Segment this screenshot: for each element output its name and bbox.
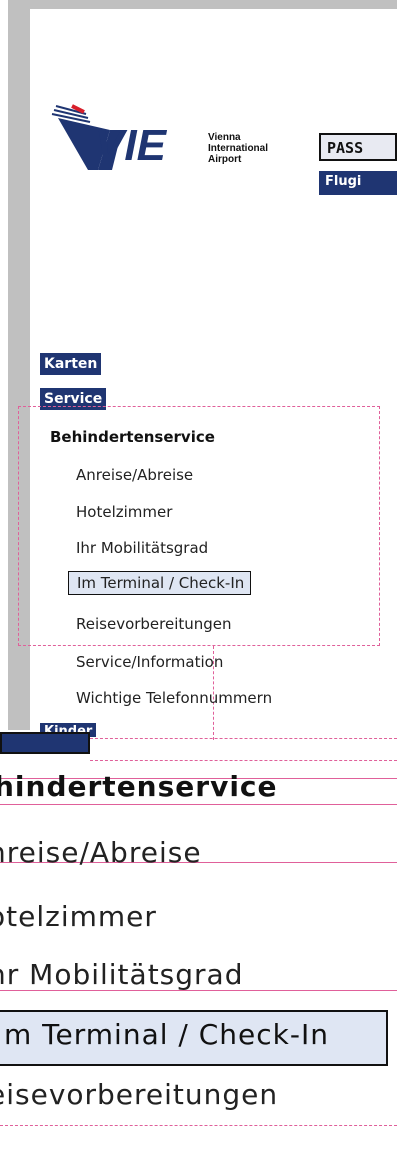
zoom-menu-item: otelzimmer [0, 900, 157, 933]
menu-item-hotelzimmer[interactable]: Hotelzimmer [76, 503, 172, 521]
vie-airport-logo[interactable]: VIE Vienna International Airport [50, 100, 268, 170]
zoom-menu-item: nreise/Abreise [0, 836, 202, 869]
zoom-menu-item: eisevorbereitungen [0, 1078, 279, 1111]
zoom-kinder-bar [0, 732, 90, 754]
zoom-menu-heading: hindertenservice [0, 770, 278, 803]
guide-line [90, 738, 397, 739]
logo-caption: Vienna International Airport [208, 132, 269, 165]
tab-fluginfo[interactable]: Flugi [319, 171, 397, 195]
vie-brand-text: VIE [95, 121, 168, 170]
menu-item-reisevorbereitungen[interactable]: Reisevorbereitungen [76, 615, 232, 633]
zoom-menu-item-active: m Terminal / Check-In [0, 1010, 388, 1066]
menu-item-service-information[interactable]: Service/Information [76, 653, 223, 671]
tab-passagiere[interactable]: PASS [319, 133, 397, 161]
vie-logo-icon: VIE [51, 104, 168, 170]
menu-item-telefonnummern[interactable]: Wichtige Telefonnummern [76, 689, 272, 707]
zoom-menu-item: hr Mobilitätsgrad [0, 958, 244, 991]
page-frame-top [8, 0, 397, 9]
menu-item-mobilitaetsgrad[interactable]: Ihr Mobilitätsgrad [76, 539, 208, 557]
menu-item-terminal-checkin[interactable]: Im Terminal / Check-In [68, 571, 252, 595]
menu-heading[interactable]: Behindertenservice [50, 428, 215, 446]
nav-karten[interactable]: Karten [40, 353, 102, 375]
guide-line [0, 804, 397, 805]
guide-line [90, 760, 397, 761]
guide-line [0, 1125, 397, 1126]
menu-item-anreise[interactable]: Anreise/Abreise [76, 466, 193, 484]
